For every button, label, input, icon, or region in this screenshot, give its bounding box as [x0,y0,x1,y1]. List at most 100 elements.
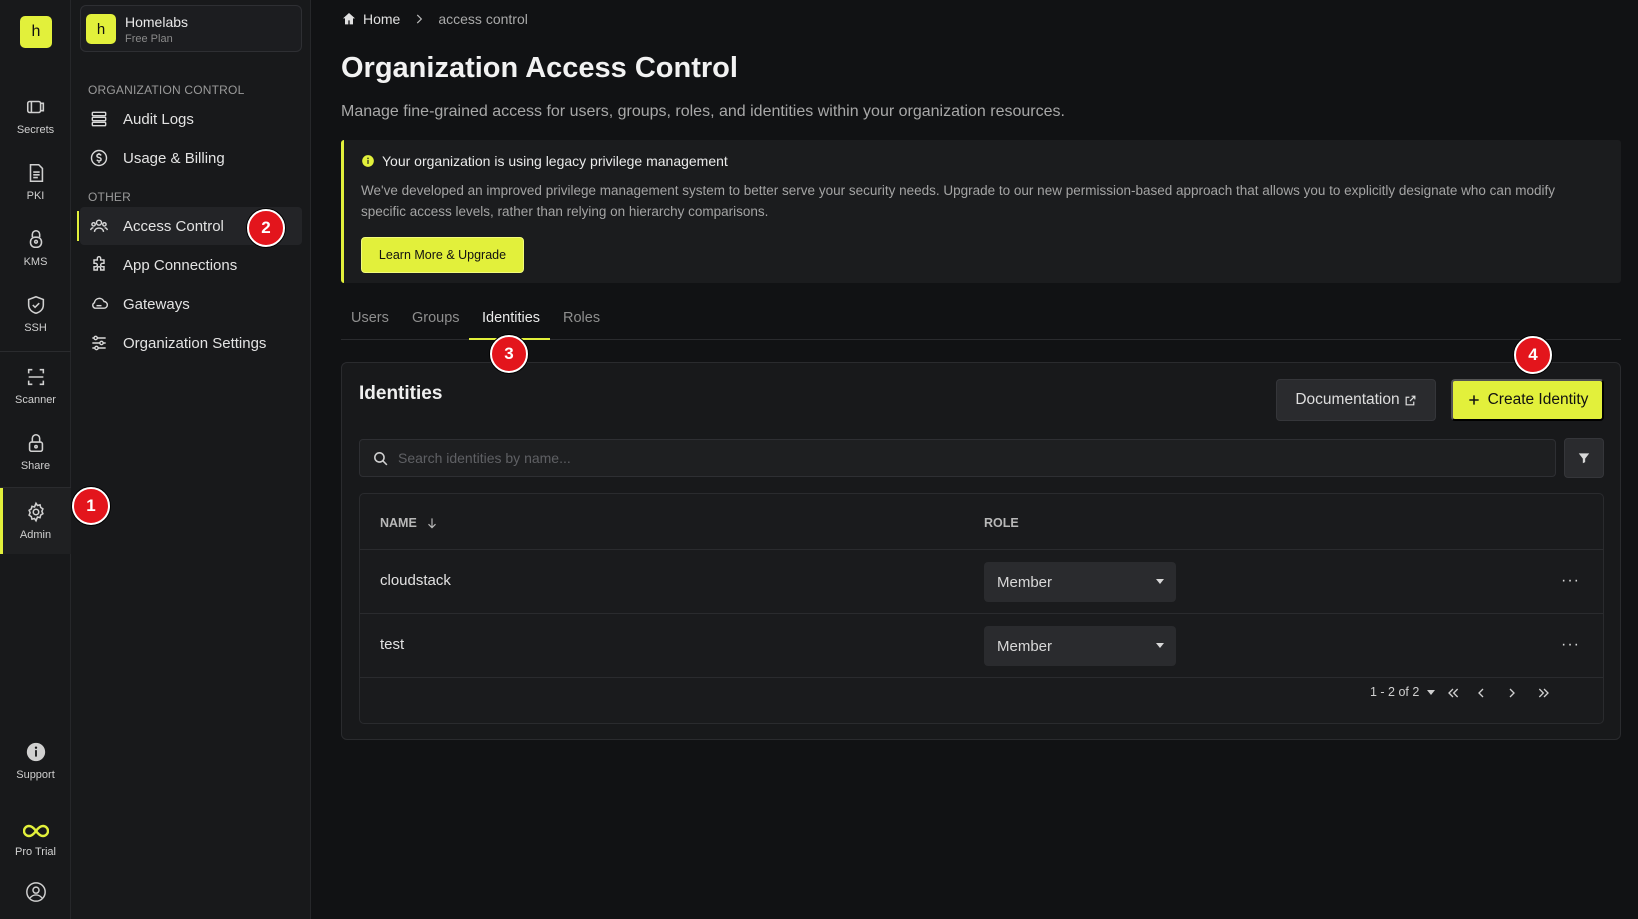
sidebar-item-label: Organization Settings [123,334,267,352]
rail-label: Secrets [16,124,55,136]
table-row[interactable]: cloudstack Member ··· [360,549,1603,613]
arrow-down-icon [427,518,436,529]
tab-roles[interactable]: Roles [563,310,600,326]
info-icon [362,155,374,167]
rail-item-share[interactable]: Share [0,420,71,484]
page-title: Organization Access Control [341,52,738,84]
previous-page-button[interactable] [1469,681,1493,705]
kms-icon [29,229,42,249]
column-header-name[interactable]: NAME [380,516,439,530]
section-label-other: OTHER [88,190,131,204]
table-row[interactable]: test Member ··· [360,613,1603,677]
org-plan: Free Plan [125,33,173,45]
rail-item-kms[interactable]: KMS [0,216,71,280]
rail-label: Pro Trial [15,846,56,858]
rail-item-secrets[interactable]: Secrets [0,84,71,148]
sidebar-item-app-connections[interactable]: App Connections [80,246,302,284]
user-circle-icon [25,882,46,902]
caret-down-icon [1156,643,1164,648]
role-select-value: Member [997,637,1053,655]
rail-label: Admin [19,529,52,541]
pagination-row [360,677,1603,723]
create-identity-label: Create Identity [1487,391,1589,408]
users-icon [89,219,109,233]
tab-users[interactable]: Users [351,310,389,326]
chevrons-right-icon [1538,688,1549,698]
org-avatar: h [86,14,116,44]
scanner-icon [27,368,44,386]
page-description: Manage fine-grained access for users, gr… [341,103,1065,120]
breadcrumb-home[interactable]: Home [363,11,400,27]
pagination-range[interactable]: 1 - 2 of 2 [1370,685,1436,699]
sidebar-item-label: Gateways [123,295,190,313]
rail-item-pki[interactable]: PKI [0,150,71,214]
rail-label: PKI [26,190,45,202]
first-page-button[interactable] [1441,681,1465,705]
home-icon [343,13,355,25]
sidebar-item-label: Usage & Billing [123,149,225,167]
rail-item-ssh[interactable]: SSH [0,282,71,346]
chevron-right-icon [412,12,426,26]
secrets-icon [26,100,44,114]
rail-divider [0,351,71,352]
org-logo[interactable]: h [20,16,52,48]
more-options-icon[interactable]: ··· [1561,572,1580,590]
filter-icon [1578,453,1590,464]
last-page-button[interactable] [1532,681,1556,705]
role-select[interactable]: Member [984,562,1176,602]
rail-item-scanner[interactable]: Scanner [0,354,71,418]
admin-sidebar: h Homelabs Free Plan ORGANIZATION CONTRO… [71,0,311,919]
tab-identities[interactable]: Identities [482,310,540,326]
puzzle-icon [93,256,105,271]
search-input[interactable] [398,440,1538,476]
chevrons-left-icon [1448,688,1459,698]
section-label-organization-control: ORGANIZATION CONTROL [88,83,245,97]
cloud-icon [92,297,108,309]
caret-down-icon [1427,689,1436,695]
external-link-icon [1405,395,1416,405]
identity-name: test [380,636,405,653]
app-root: h Secrets PKI KMS SSH Scanner Share Admi… [0,0,1638,919]
column-header-name-label: NAME [380,516,417,530]
sidebar-item-organization-settings[interactable]: Organization Settings [80,324,302,362]
learn-more-upgrade-button[interactable]: Learn More & Upgrade [361,237,524,273]
rail-label: Scanner [15,394,56,406]
column-header-role: ROLE [984,516,1019,530]
breadcrumb: Home access control [341,11,528,27]
identity-name: cloudstack [380,572,451,589]
filter-button[interactable] [1564,438,1604,478]
org-switcher[interactable]: h Homelabs Free Plan [80,5,302,52]
documentation-button[interactable]: Documentation [1276,379,1436,421]
rail-label: Support [16,769,55,781]
sidebar-item-label: Access Control [123,217,224,235]
step-marker-1: 1 [72,487,110,525]
ssh-shield-icon [27,295,44,315]
pki-icon [29,163,43,183]
icon-rail: h Secrets PKI KMS SSH Scanner Share Admi… [0,0,71,919]
sidebar-item-gateways[interactable]: Gateways [80,285,302,323]
step-marker-3: 3 [490,335,528,373]
banner-title-text: Your organization is using legacy privil… [382,153,728,169]
create-identity-button[interactable]: Create Identity [1451,379,1604,421]
sidebar-item-usage-billing[interactable]: Usage & Billing [80,139,302,177]
role-select[interactable]: Member [984,626,1176,666]
more-options-icon[interactable]: ··· [1561,636,1580,654]
breadcrumb-current: access control [438,11,528,27]
search-box [359,439,1556,477]
chevron-right-icon [1509,688,1515,698]
banner-title: Your organization is using legacy privil… [361,153,728,169]
role-select-value: Member [997,573,1053,591]
search-icon [374,452,388,466]
list-icon [91,111,107,127]
sidebar-item-audit-logs[interactable]: Audit Logs [80,100,302,138]
next-page-button[interactable] [1500,681,1524,705]
rail-label: KMS [23,256,48,268]
caret-down-icon [1156,579,1164,584]
rail-item-admin[interactable]: Admin [0,488,71,554]
dollar-circle-icon [90,149,108,167]
rail-item-support[interactable]: Support [0,729,71,793]
rail-item-pro-trial[interactable]: Pro Trial [0,808,71,872]
tab-groups[interactable]: Groups [412,310,460,326]
pagination-text: 1 - 2 of 2 [1370,685,1420,699]
rail-item-user-account[interactable] [0,870,71,919]
